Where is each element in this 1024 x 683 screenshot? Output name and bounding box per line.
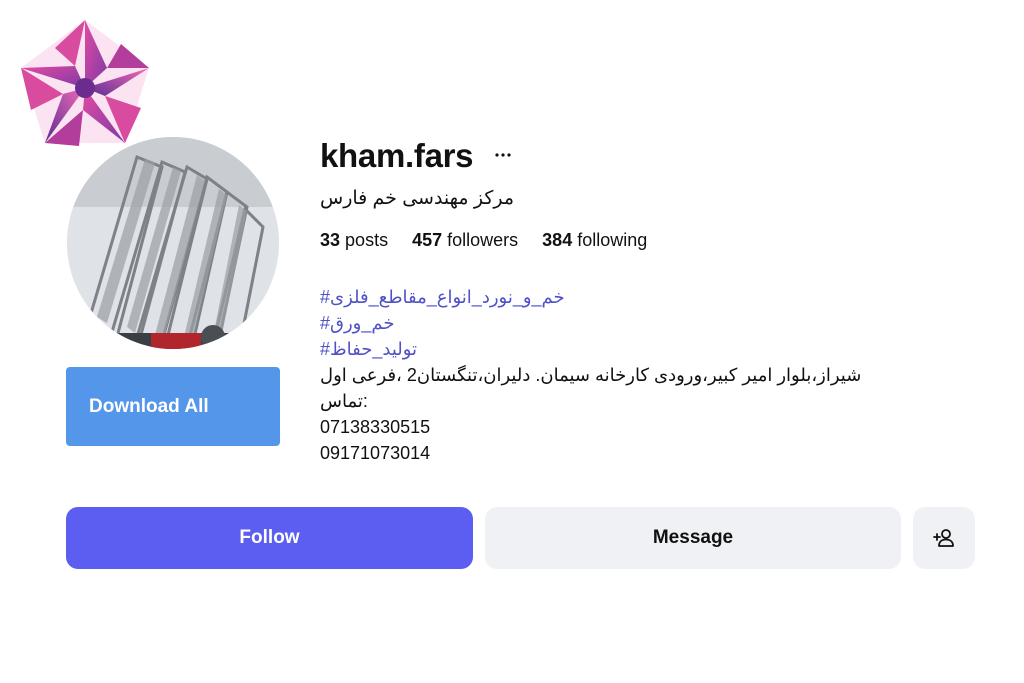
avatar-image — [67, 137, 279, 349]
following-count: 384 — [542, 230, 573, 250]
avatar[interactable] — [67, 137, 279, 349]
full-name: مرکز مهندسی خم فارس — [320, 188, 515, 209]
bio-phone: 09171073014 — [320, 443, 431, 463]
bio-phone: 07138330515 — [320, 417, 431, 437]
follow-button[interactable]: Follow — [66, 507, 473, 569]
username: kham.fars — [320, 137, 474, 174]
profile-stats: 33 posts 457 followers 384 following — [320, 230, 647, 251]
posts-stat[interactable]: 33 posts — [320, 230, 388, 251]
logo-icon — [21, 20, 149, 146]
followers-count: 457 — [412, 230, 443, 250]
following-stat[interactable]: 384 following — [542, 230, 647, 251]
hashtag-link[interactable]: #خم_ورق — [320, 310, 920, 336]
posts-count: 33 — [320, 230, 341, 250]
download-all-button[interactable]: Download All — [66, 367, 280, 446]
message-button[interactable]: Message — [485, 507, 901, 569]
hashtag-link[interactable]: #تولید_حفاظ — [320, 336, 920, 362]
add-user-button[interactable] — [913, 507, 975, 569]
bio: #خم_و_نورد_انواع_مقاطع_فلزی #خم_ورق #تول… — [320, 284, 920, 466]
bio-contact-label: تماس: — [320, 391, 368, 411]
bio-address: شیراز،بلوار امیر کبیر،ورودی کارخانه سیما… — [320, 365, 862, 385]
add-user-icon — [933, 529, 954, 547]
followers-stat[interactable]: 457 followers — [412, 230, 518, 251]
posts-label: posts — [345, 230, 389, 250]
following-label: following — [577, 230, 648, 250]
hashtag-link[interactable]: #خم_و_نورد_انواع_مقاطع_فلزی — [320, 284, 920, 310]
more-icon[interactable] — [494, 150, 512, 160]
followers-label: followers — [447, 230, 519, 250]
